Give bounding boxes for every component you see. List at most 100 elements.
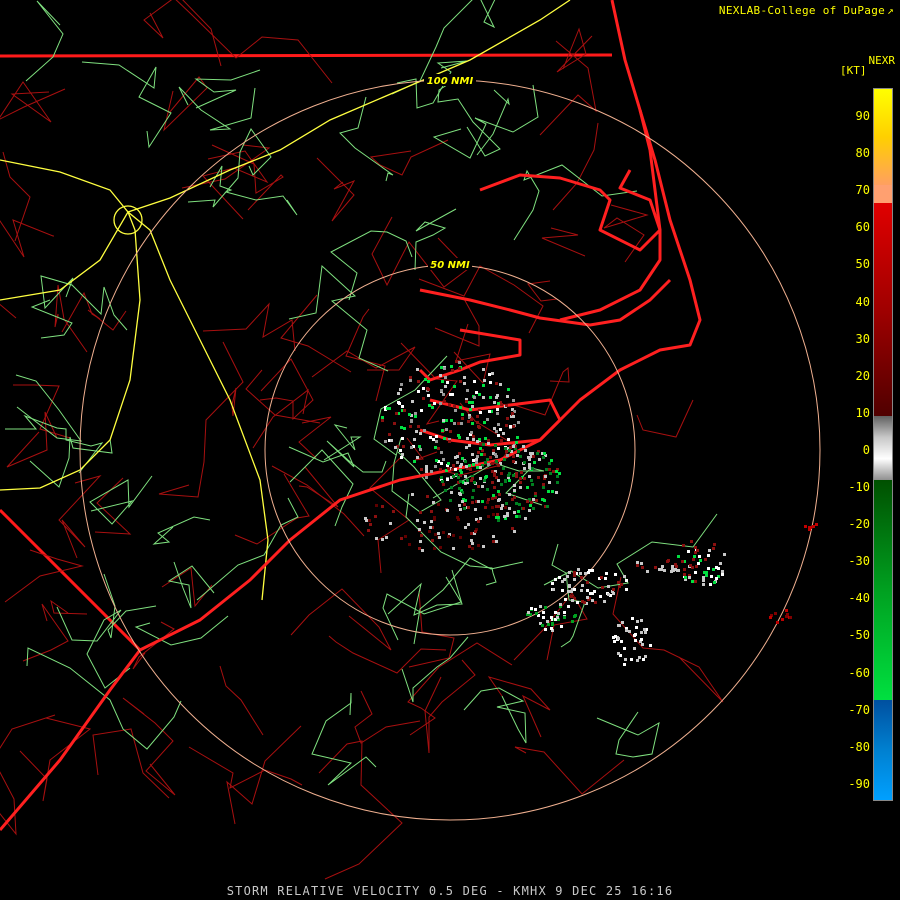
radar-gate (410, 446, 413, 449)
radar-gate (493, 472, 496, 475)
radar-gate (577, 568, 580, 571)
highway (81, 61, 172, 149)
county-line (58, 475, 102, 559)
radar-gate (625, 579, 628, 582)
radar-gate (486, 418, 489, 421)
radar-gate (532, 455, 535, 458)
radar-gate (441, 480, 444, 483)
radar-gate (694, 580, 697, 583)
radar-gate (399, 449, 402, 452)
radar-gate (513, 530, 516, 533)
radar-gate (528, 475, 531, 478)
scale-tick-label: -40 (848, 591, 870, 606)
radar-gate (500, 439, 503, 442)
credit-label: NEXLAB-College of DuPage ↗ (719, 4, 894, 17)
radar-gate (567, 590, 570, 593)
county-line (345, 308, 386, 402)
radar-gate (523, 477, 526, 480)
credit-text: NEXLAB-College of DuPage (718, 4, 886, 17)
county-line (328, 635, 447, 674)
county-line (22, 603, 69, 662)
radar-gate (445, 419, 448, 422)
radar-gate (453, 405, 456, 408)
radar-gate (495, 382, 498, 385)
radar-gate (433, 547, 436, 550)
radar-gate (545, 468, 548, 471)
radar-gate (487, 498, 490, 501)
county-line (163, 76, 208, 132)
radar-gate (446, 381, 449, 384)
radar-gate (482, 545, 485, 548)
radar-gate (573, 588, 576, 591)
radar-gate (456, 461, 459, 464)
radar-gate (508, 479, 511, 482)
radar-gate (381, 505, 384, 508)
radar-gate (503, 458, 506, 461)
radar-gate (440, 389, 443, 392)
radar-gate (497, 447, 500, 450)
radar-gate (454, 456, 457, 459)
radar-gate (442, 458, 445, 461)
interstates (0, 0, 571, 601)
radar-gate (465, 446, 468, 449)
radar-gate (400, 383, 403, 386)
radar-gate (710, 575, 713, 578)
radar-gate (576, 601, 579, 604)
radar-gate (604, 577, 607, 580)
radar-gate (447, 467, 450, 470)
radar-gate (552, 470, 555, 473)
radar-gate (644, 655, 647, 658)
radar-gate (451, 468, 454, 471)
radar-gate (482, 368, 485, 371)
highways (5, 0, 718, 786)
radar-gate (522, 507, 525, 510)
radar-gate (586, 596, 589, 599)
radar-gate (449, 393, 452, 396)
highway (543, 513, 718, 589)
scale-tick-label: 0 (862, 442, 870, 457)
radar-gate (542, 611, 545, 614)
radar-gate (634, 633, 637, 636)
radar-gate (457, 476, 460, 479)
radar-gate (542, 483, 545, 486)
highway (103, 573, 157, 639)
radar-gate (634, 639, 637, 642)
highway (551, 543, 586, 648)
radar-gate (469, 408, 472, 411)
radar-gate (498, 498, 501, 501)
radar-gate (466, 389, 469, 392)
radar-gate (583, 601, 586, 604)
radar-gate (400, 537, 403, 540)
radar-gate (512, 445, 515, 448)
radar-gate (524, 449, 527, 452)
radar-gate (497, 516, 500, 519)
radar-gate (398, 402, 401, 405)
radar-gate (681, 560, 684, 563)
radar-gate (454, 409, 457, 412)
radar-gate (496, 412, 499, 415)
radar-gate (573, 578, 576, 581)
radar-gate (537, 476, 540, 479)
interstate-40 (0, 211, 141, 491)
radar-gate (388, 433, 391, 436)
radar-gate (477, 451, 480, 454)
radar-gate (472, 435, 475, 438)
county-line (181, 138, 271, 189)
radar-gate (513, 496, 516, 499)
radar-gate (440, 366, 443, 369)
radar-gate (515, 472, 518, 475)
radar-gate (506, 514, 509, 517)
radar-gate (494, 453, 497, 456)
highway (476, 89, 510, 156)
radar-gate (389, 522, 392, 525)
county-line (61, 291, 127, 333)
radar-gate (542, 616, 545, 619)
radar-gate (712, 568, 715, 571)
radar-gate (511, 527, 514, 530)
radar-gate (471, 422, 474, 425)
radar-gate (535, 612, 538, 615)
radar-returns (364, 360, 818, 666)
radar-gate (427, 394, 430, 397)
radar-gate (515, 475, 518, 478)
radar-gate (425, 465, 428, 468)
